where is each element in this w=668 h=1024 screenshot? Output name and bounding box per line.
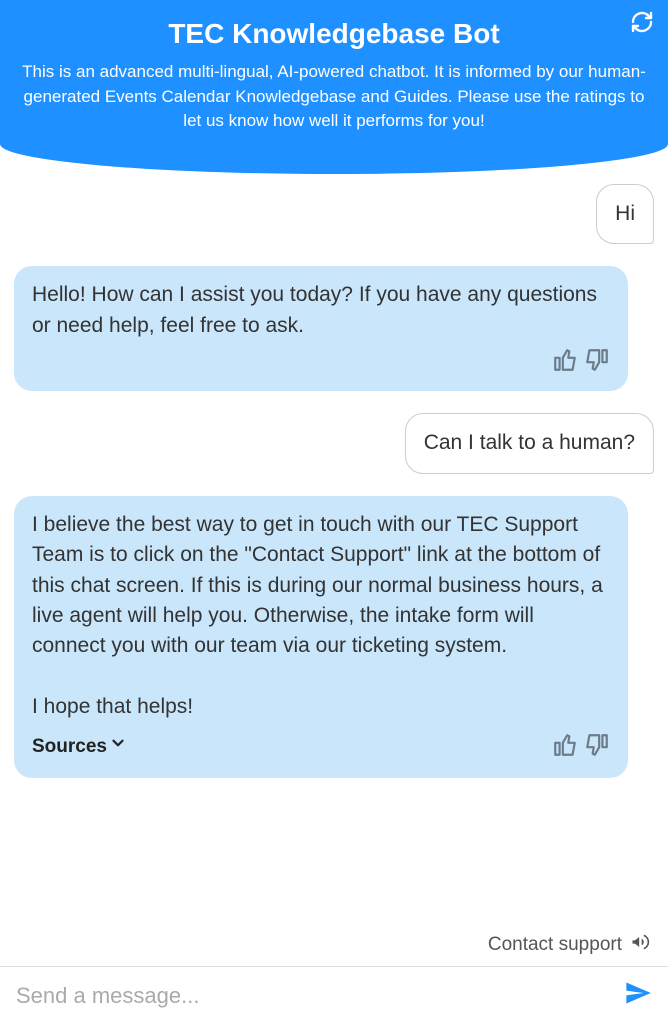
send-icon[interactable]	[624, 979, 652, 1012]
message-text: Hello! How can I assist you today? If yo…	[32, 280, 610, 341]
thumbs-up-icon[interactable]	[552, 732, 578, 758]
megaphone-icon[interactable]	[630, 932, 650, 958]
chevron-down-icon	[109, 733, 127, 761]
message-text: Hi	[615, 202, 635, 225]
rating-controls	[32, 347, 610, 373]
thumbs-up-icon[interactable]	[552, 347, 578, 373]
message-text: Can I talk to a human?	[424, 431, 635, 454]
sources-label: Sources	[32, 733, 107, 761]
sources-toggle[interactable]: Sources	[32, 733, 127, 761]
rating-controls	[552, 732, 610, 758]
message-input[interactable]	[16, 983, 614, 1009]
user-message-row: Can I talk to a human?	[14, 413, 654, 473]
bot-bubble: Hello! How can I assist you today? If yo…	[14, 266, 628, 391]
message-list: Hi Hello! How can I assist you today? If…	[0, 174, 668, 922]
message-text: I believe the best way to get in touch w…	[32, 510, 610, 723]
thumbs-down-icon[interactable]	[584, 347, 610, 373]
input-bar	[0, 966, 668, 1024]
contact-support-link[interactable]: Contact support	[488, 934, 622, 956]
user-bubble: Can I talk to a human?	[405, 413, 654, 473]
bot-message-row: I believe the best way to get in touch w…	[14, 496, 654, 779]
user-bubble: Hi	[596, 184, 654, 244]
footer: Contact support	[0, 922, 668, 966]
header-subtitle: This is an advanced multi-lingual, AI-po…	[14, 60, 654, 134]
chat-window: TEC Knowledgebase Bot This is an advance…	[0, 0, 668, 1024]
bot-message-row: Hello! How can I assist you today? If yo…	[14, 266, 654, 391]
chat-header: TEC Knowledgebase Bot This is an advance…	[0, 0, 668, 174]
bot-bubble: I believe the best way to get in touch w…	[14, 496, 628, 779]
user-message-row: Hi	[14, 184, 654, 244]
refresh-icon[interactable]	[630, 10, 654, 34]
thumbs-down-icon[interactable]	[584, 732, 610, 758]
header-title: TEC Knowledgebase Bot	[14, 18, 654, 50]
